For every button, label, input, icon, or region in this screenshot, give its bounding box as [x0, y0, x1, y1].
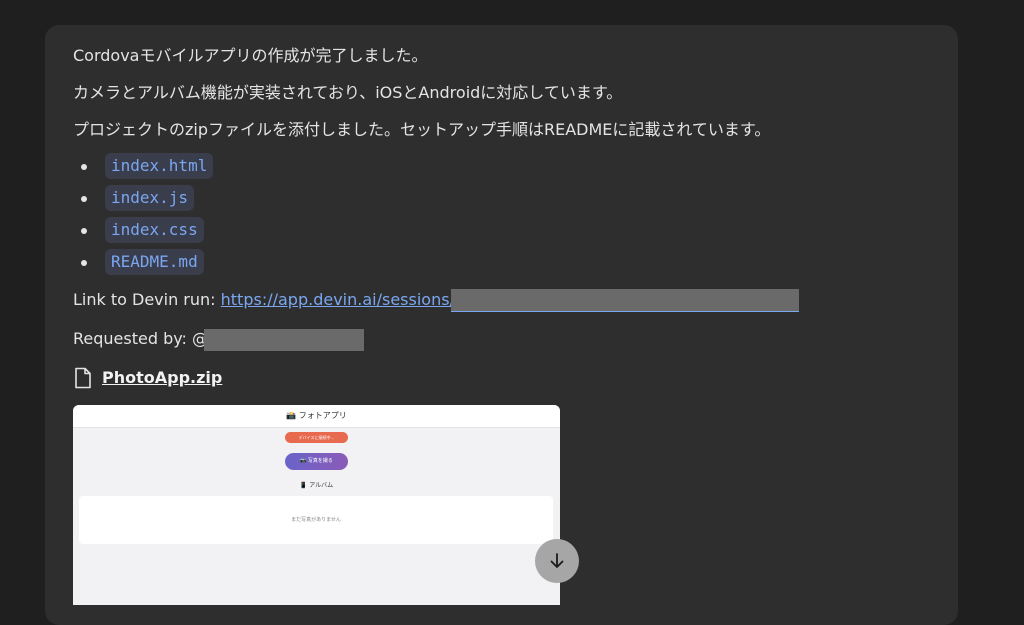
file-name-code: index.html [105, 153, 214, 179]
preview-empty-album: まだ写真がありません [79, 495, 553, 544]
message-line-1: Cordovaモバイルアプリの作成が完了しました。 [73, 46, 428, 65]
redacted-link-segment[interactable] [450, 289, 799, 312]
file-name-code: README.md [105, 249, 204, 275]
file-name-code: index.css [105, 217, 204, 243]
link-label: Link to Devin run: [73, 290, 221, 309]
preview-header-title: 📸 フォトアプリ [73, 404, 560, 428]
screenshot-preview[interactable]: 📸 フォトアプリ デバイスに接続中... 📷 写真を撮る 📱 アルバム まだ写真… [73, 404, 560, 605]
list-item: index.css [73, 217, 930, 249]
chat-message: Cordovaモバイルアプリの作成が完了しました。 カメラとアルバム機能が実装さ… [45, 25, 958, 625]
devin-run-link-row: Link to Devin run: https://app.devin.ai/… [73, 289, 930, 312]
redacted-username [204, 328, 365, 351]
preview-take-photo-button: 📷 写真を撮る [285, 452, 348, 470]
scroll-to-bottom-button[interactable] [535, 539, 579, 583]
requested-label: Requested by: @ [73, 329, 209, 348]
preview-album-title: 📱 アルバム [299, 481, 334, 489]
devin-run-link[interactable]: https://app.devin.ai/sessions/ [221, 290, 455, 309]
file-list: index.html index.js index.css README.md [73, 153, 930, 281]
attachment-name[interactable]: PhotoApp.zip [102, 367, 222, 389]
attachment-link[interactable]: PhotoApp.zip [73, 367, 930, 389]
message-line-2: カメラとアルバム機能が実装されており、iOSとAndroidに対応しています。 [73, 83, 623, 102]
file-icon [75, 367, 91, 388]
file-name-code: index.js [105, 185, 195, 211]
message-line-3: プロジェクトのzipファイルを添付しました。セットアップ手順はREADMEに記載… [73, 120, 771, 139]
requested-by-row: Requested by: @ [73, 328, 930, 351]
list-item: index.js [73, 185, 930, 217]
list-item: README.md [73, 249, 930, 281]
list-item: index.html [73, 153, 930, 185]
preview-status-pill: デバイスに接続中... [285, 431, 348, 443]
arrow-down-icon [550, 553, 564, 568]
